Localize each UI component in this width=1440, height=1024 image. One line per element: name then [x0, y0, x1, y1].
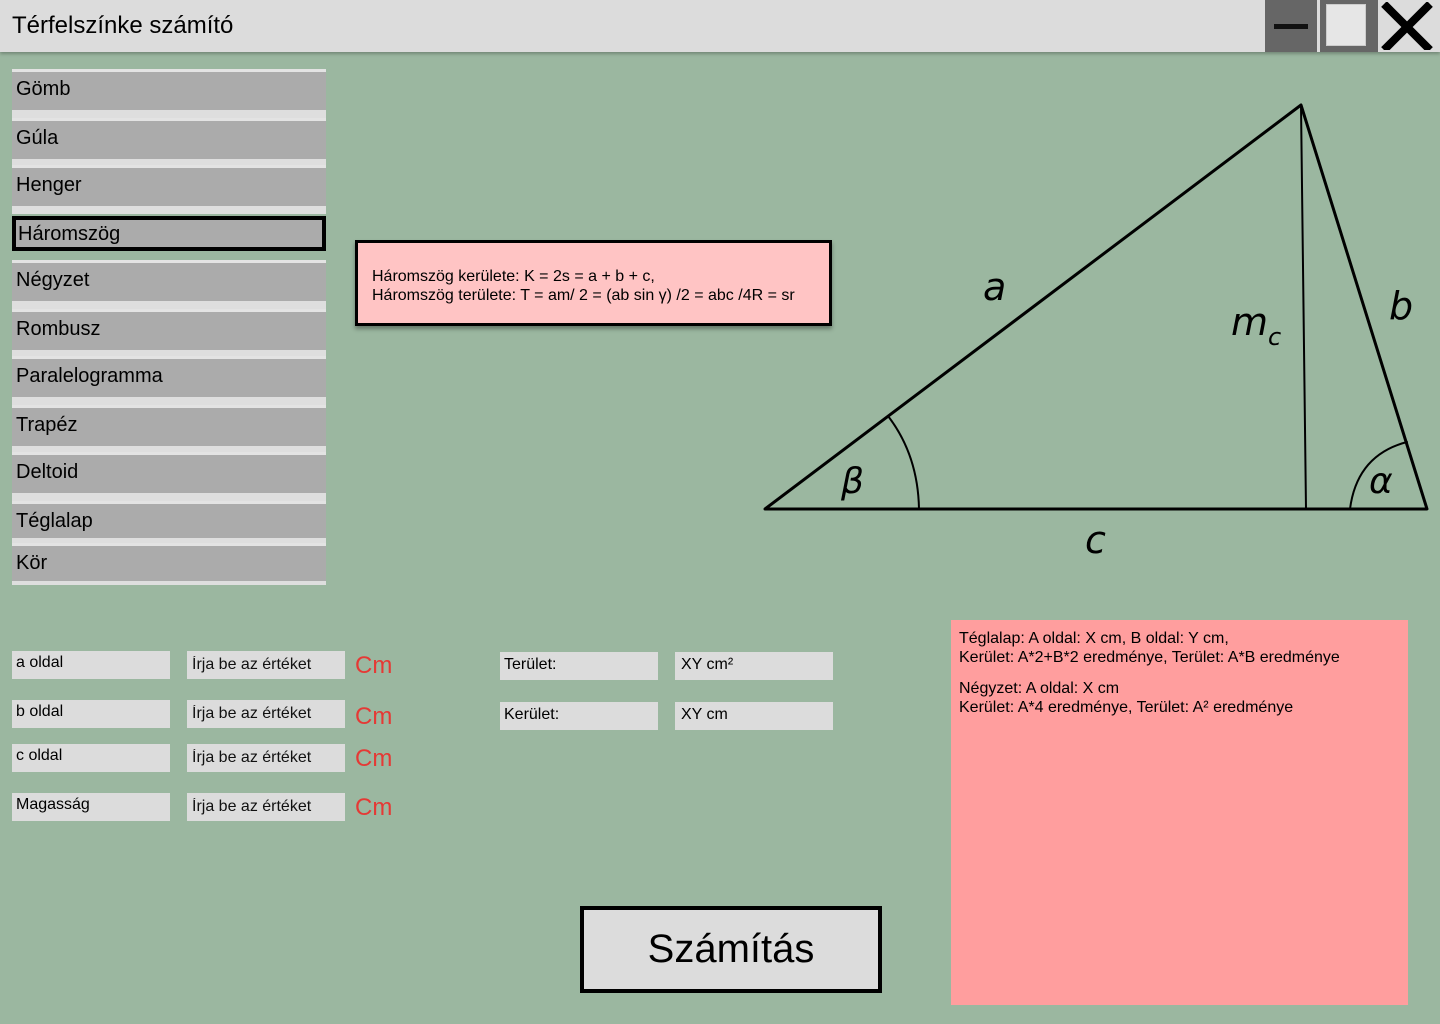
shape-item-negyzet[interactable]: Négyzet	[12, 260, 326, 309]
shape-item-gomb[interactable]: Gömb	[12, 69, 326, 118]
height-label: Magasság	[12, 793, 170, 821]
window-title: Térfelszínke számító	[12, 12, 234, 39]
shape-item-henger[interactable]: Henger	[12, 165, 326, 214]
shape-item-label: Paralelogramma	[16, 365, 163, 387]
shape-item-deltoid[interactable]: Deltoid	[12, 452, 326, 501]
side-c-label: c oldal	[12, 744, 170, 772]
shape-item-label: Rombusz	[16, 318, 101, 340]
close-button[interactable]	[1378, 0, 1440, 52]
shape-item-kor[interactable]: Kör	[12, 543, 326, 585]
shape-item-rombusz[interactable]: Rombusz	[12, 309, 326, 358]
label-beta: β	[840, 461, 864, 502]
shape-item-teglalap[interactable]: Téglalap	[12, 501, 326, 546]
perimeter-value: XY cm	[675, 702, 833, 730]
side-a-unit: Cm	[355, 652, 393, 679]
shape-item-haromszog[interactable]: Háromszög	[12, 216, 326, 251]
calculate-button[interactable]: Számítás	[580, 906, 882, 993]
side-c-unit: Cm	[355, 745, 393, 772]
shape-item-label: Négyzet	[16, 269, 90, 291]
shape-item-label: Téglalap	[16, 510, 93, 532]
x-icon	[1381, 2, 1433, 50]
shape-item-label: Gúla	[16, 127, 59, 149]
rectangle-info: Téglalap: A oldal: X cm, B oldal: Y cm, …	[959, 629, 1408, 667]
rectangle-info-line1: Téglalap: A oldal: X cm, B oldal: Y cm,	[959, 630, 1229, 647]
shape-item-paralelogramma[interactable]: Paralelogramma	[12, 356, 326, 405]
label-alpha: α	[1369, 461, 1393, 502]
square-info-line1: Négyzet: A oldal: X cm	[959, 680, 1120, 697]
shape-item-gula[interactable]: Gúla	[12, 118, 326, 167]
square-info: Négyzet: A oldal: X cm Kerület: A*4 ered…	[959, 679, 1408, 717]
angle-beta-arc	[887, 415, 920, 510]
shape-item-label: Háromszög	[18, 223, 121, 245]
area-value: XY cm²	[675, 652, 833, 680]
side-c-input[interactable]	[187, 744, 345, 772]
shape-item-trapez[interactable]: Trapéz	[12, 405, 326, 454]
minus-icon	[1274, 24, 1308, 29]
info-panel: Téglalap: A oldal: X cm, B oldal: Y cm, …	[951, 620, 1408, 1005]
shape-item-label: Kör	[16, 552, 48, 574]
height-input[interactable]	[187, 793, 345, 821]
label-height: mc	[1231, 300, 1281, 351]
shape-item-label: Trapéz	[16, 414, 78, 436]
side-a-input[interactable]	[187, 651, 345, 679]
label-side-c: c	[1085, 518, 1106, 562]
maximize-button[interactable]	[1320, 0, 1378, 52]
label-side-b: b	[1389, 284, 1413, 328]
side-b-input[interactable]	[187, 700, 345, 728]
perimeter-label: Kerület:	[500, 702, 658, 730]
side-b-unit: Cm	[355, 703, 393, 730]
square-info-line2: Kerület: A*4 eredménye, Terület: A² ered…	[959, 699, 1294, 716]
height-unit: Cm	[355, 794, 393, 821]
triangle-outline	[763, 103, 1429, 511]
area-label: Terület:	[500, 652, 658, 680]
rectangle-info-line2: Kerület: A*2+B*2 eredménye, Terület: A*B…	[959, 649, 1340, 666]
side-a-label: a oldal	[12, 651, 170, 679]
square-icon	[1326, 4, 1366, 46]
shape-item-label: Gömb	[16, 78, 71, 100]
minimize-button[interactable]	[1265, 0, 1317, 52]
label-side-a: a	[983, 265, 1006, 309]
title-bar: Térfelszínke számító	[0, 0, 1440, 52]
shape-item-label: Henger	[16, 174, 82, 196]
triangle-diagram: a b c mc α β	[763, 103, 1429, 562]
shape-item-label: Deltoid	[16, 461, 79, 483]
height-line	[1300, 104, 1307, 510]
side-b-label: b oldal	[12, 700, 170, 728]
